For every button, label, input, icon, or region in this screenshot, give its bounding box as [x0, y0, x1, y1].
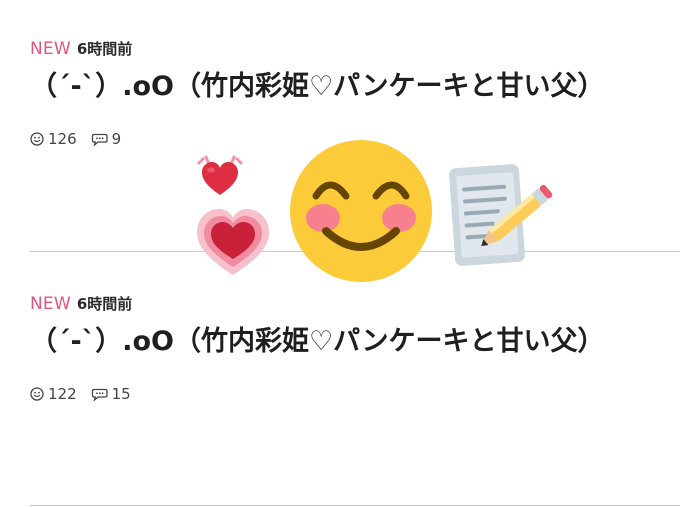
beating-heart-emoji	[197, 155, 243, 195]
comment-count-value: 15	[111, 385, 131, 403]
entry-stats: 122 15	[30, 385, 680, 403]
timestamp: 6時間前	[76, 295, 133, 313]
growing-heart-emoji	[197, 209, 269, 275]
comment-count-value: 9	[111, 130, 122, 148]
like-count[interactable]: 126	[30, 130, 77, 148]
like-count-value: 122	[48, 385, 77, 403]
comment-count[interactable]: 9	[91, 130, 122, 148]
like-count-value: 126	[48, 130, 77, 148]
like-count[interactable]: 122	[30, 385, 77, 403]
smiling-face-with-smiling-eyes-emoji	[290, 140, 432, 282]
article-title[interactable]: （´-`）.oO（竹内彩姫♡パンケーキと甘い父）	[30, 66, 630, 108]
comment-count[interactable]: 15	[91, 385, 131, 403]
smiley-face-icon	[30, 132, 44, 146]
article-title[interactable]: （´-`）.oO（竹内彩姫♡パンケーキと甘い父）	[30, 321, 630, 363]
new-badge: NEW	[30, 39, 71, 59]
article-entry[interactable]: NEW 6時間前 （´-`）.oO（竹内彩姫♡パンケーキと甘い父） 122 15	[30, 293, 680, 403]
article-entry[interactable]: NEW 6時間前 （´-`）.oO（竹内彩姫♡パンケーキと甘い父） 126 9	[30, 38, 680, 148]
timestamp: 6時間前	[76, 40, 133, 58]
new-badge: NEW	[30, 294, 71, 314]
entry-meta: NEW 6時間前	[30, 293, 680, 317]
speech-bubble-icon	[91, 133, 108, 146]
divider	[30, 505, 680, 506]
speech-bubble-icon	[91, 388, 108, 401]
memo-emoji	[449, 164, 553, 266]
entry-meta: NEW 6時間前	[30, 38, 680, 62]
smiley-face-icon	[30, 387, 44, 401]
